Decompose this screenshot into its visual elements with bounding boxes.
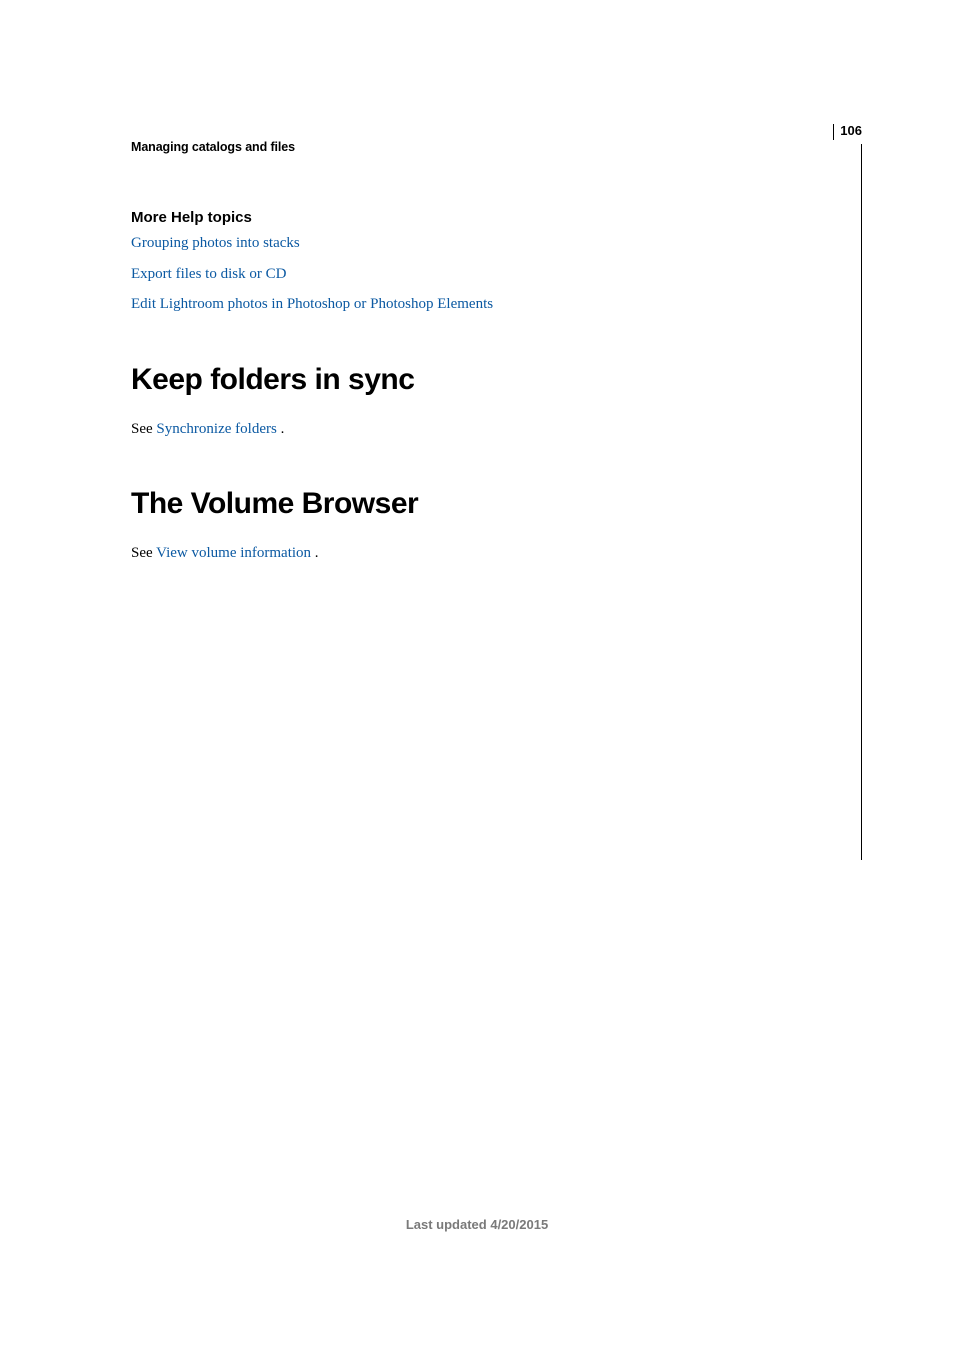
more-help-label: More Help topics xyxy=(131,209,821,226)
breadcrumb: Managing catalogs and files xyxy=(131,140,821,154)
footer-last-updated: Last updated 4/20/2015 xyxy=(0,1217,954,1232)
help-link-grouping-photos[interactable]: Grouping photos into stacks xyxy=(131,235,300,251)
link-synchronize-folders[interactable]: Synchronize folders xyxy=(156,421,276,437)
page-number: 106 xyxy=(840,124,862,137)
heading-keep-folders-in-sync: Keep folders in sync xyxy=(131,363,821,397)
para-see-synchronize: See Synchronize folders . xyxy=(131,419,821,439)
help-link-row: Edit Lightroom photos in Photoshop or Ph… xyxy=(131,295,821,315)
see-prefix: See xyxy=(131,545,156,561)
see-prefix: See xyxy=(131,421,156,437)
page: 106 Managing catalogs and files More Hel… xyxy=(0,0,954,1350)
help-link-row: Grouping photos into stacks xyxy=(131,234,821,254)
content-area: Managing catalogs and files More Help to… xyxy=(131,140,821,563)
see-suffix: . xyxy=(277,421,285,437)
help-link-row: Export files to disk or CD xyxy=(131,265,821,285)
help-link-export-files[interactable]: Export files to disk or CD xyxy=(131,266,286,282)
heading-volume-browser: The Volume Browser xyxy=(131,487,821,521)
para-see-volume-info: See View volume information . xyxy=(131,543,821,563)
see-suffix: . xyxy=(311,545,319,561)
page-number-container: 106 xyxy=(833,124,862,140)
help-link-edit-photoshop[interactable]: Edit Lightroom photos in Photoshop or Ph… xyxy=(131,296,493,312)
link-view-volume-information[interactable]: View volume information xyxy=(156,545,311,561)
vertical-rule xyxy=(861,144,862,860)
